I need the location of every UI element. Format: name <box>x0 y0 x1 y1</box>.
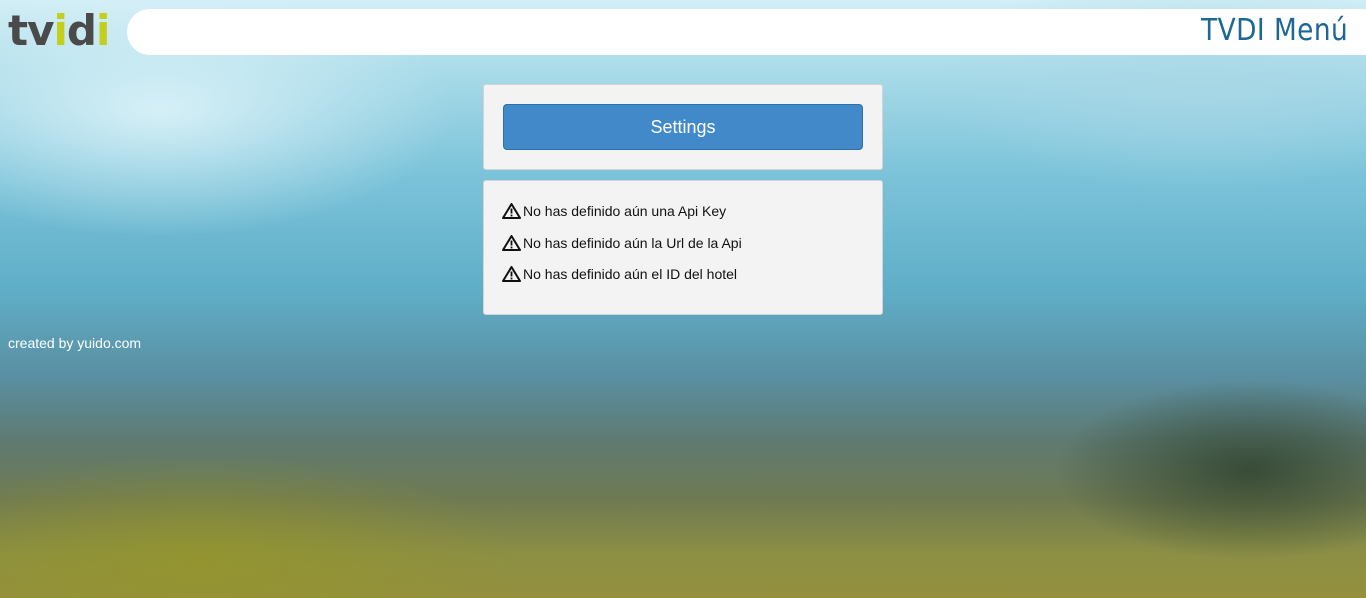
warning-triangle-icon <box>502 266 521 282</box>
warning-item: No has definido aún el ID del hotel <box>502 264 742 284</box>
warning-text: No has definido aún una Api Key <box>523 203 727 219</box>
warning-text: No has definido aún la Url de la Api <box>523 234 742 251</box>
page-title: TVDI Menú <box>1200 13 1348 48</box>
warning-text: No has definido aún el ID del hotel <box>523 266 738 282</box>
warning-triangle-icon <box>502 203 521 219</box>
header: tvidi tvidi TVDI Menú <box>0 0 1366 60</box>
warning-triangle-icon <box>502 234 521 251</box>
title-bar: TVDI Menú <box>127 9 1366 55</box>
tvidi-logo[interactable]: tvidi tvidi <box>8 8 110 54</box>
footer-credit: created by yuido.com <box>8 335 142 351</box>
settings-panel: Settings <box>483 84 883 170</box>
warnings-panel: No has definido aún una Api Key No has d… <box>483 180 883 315</box>
warning-item: No has definido aún la Url de la Api <box>502 233 742 253</box>
settings-button[interactable]: Settings <box>503 104 863 150</box>
warning-item: No has definido aún una Api Key <box>502 201 742 221</box>
warnings-list: No has definido aún una Api Key No has d… <box>502 201 742 296</box>
